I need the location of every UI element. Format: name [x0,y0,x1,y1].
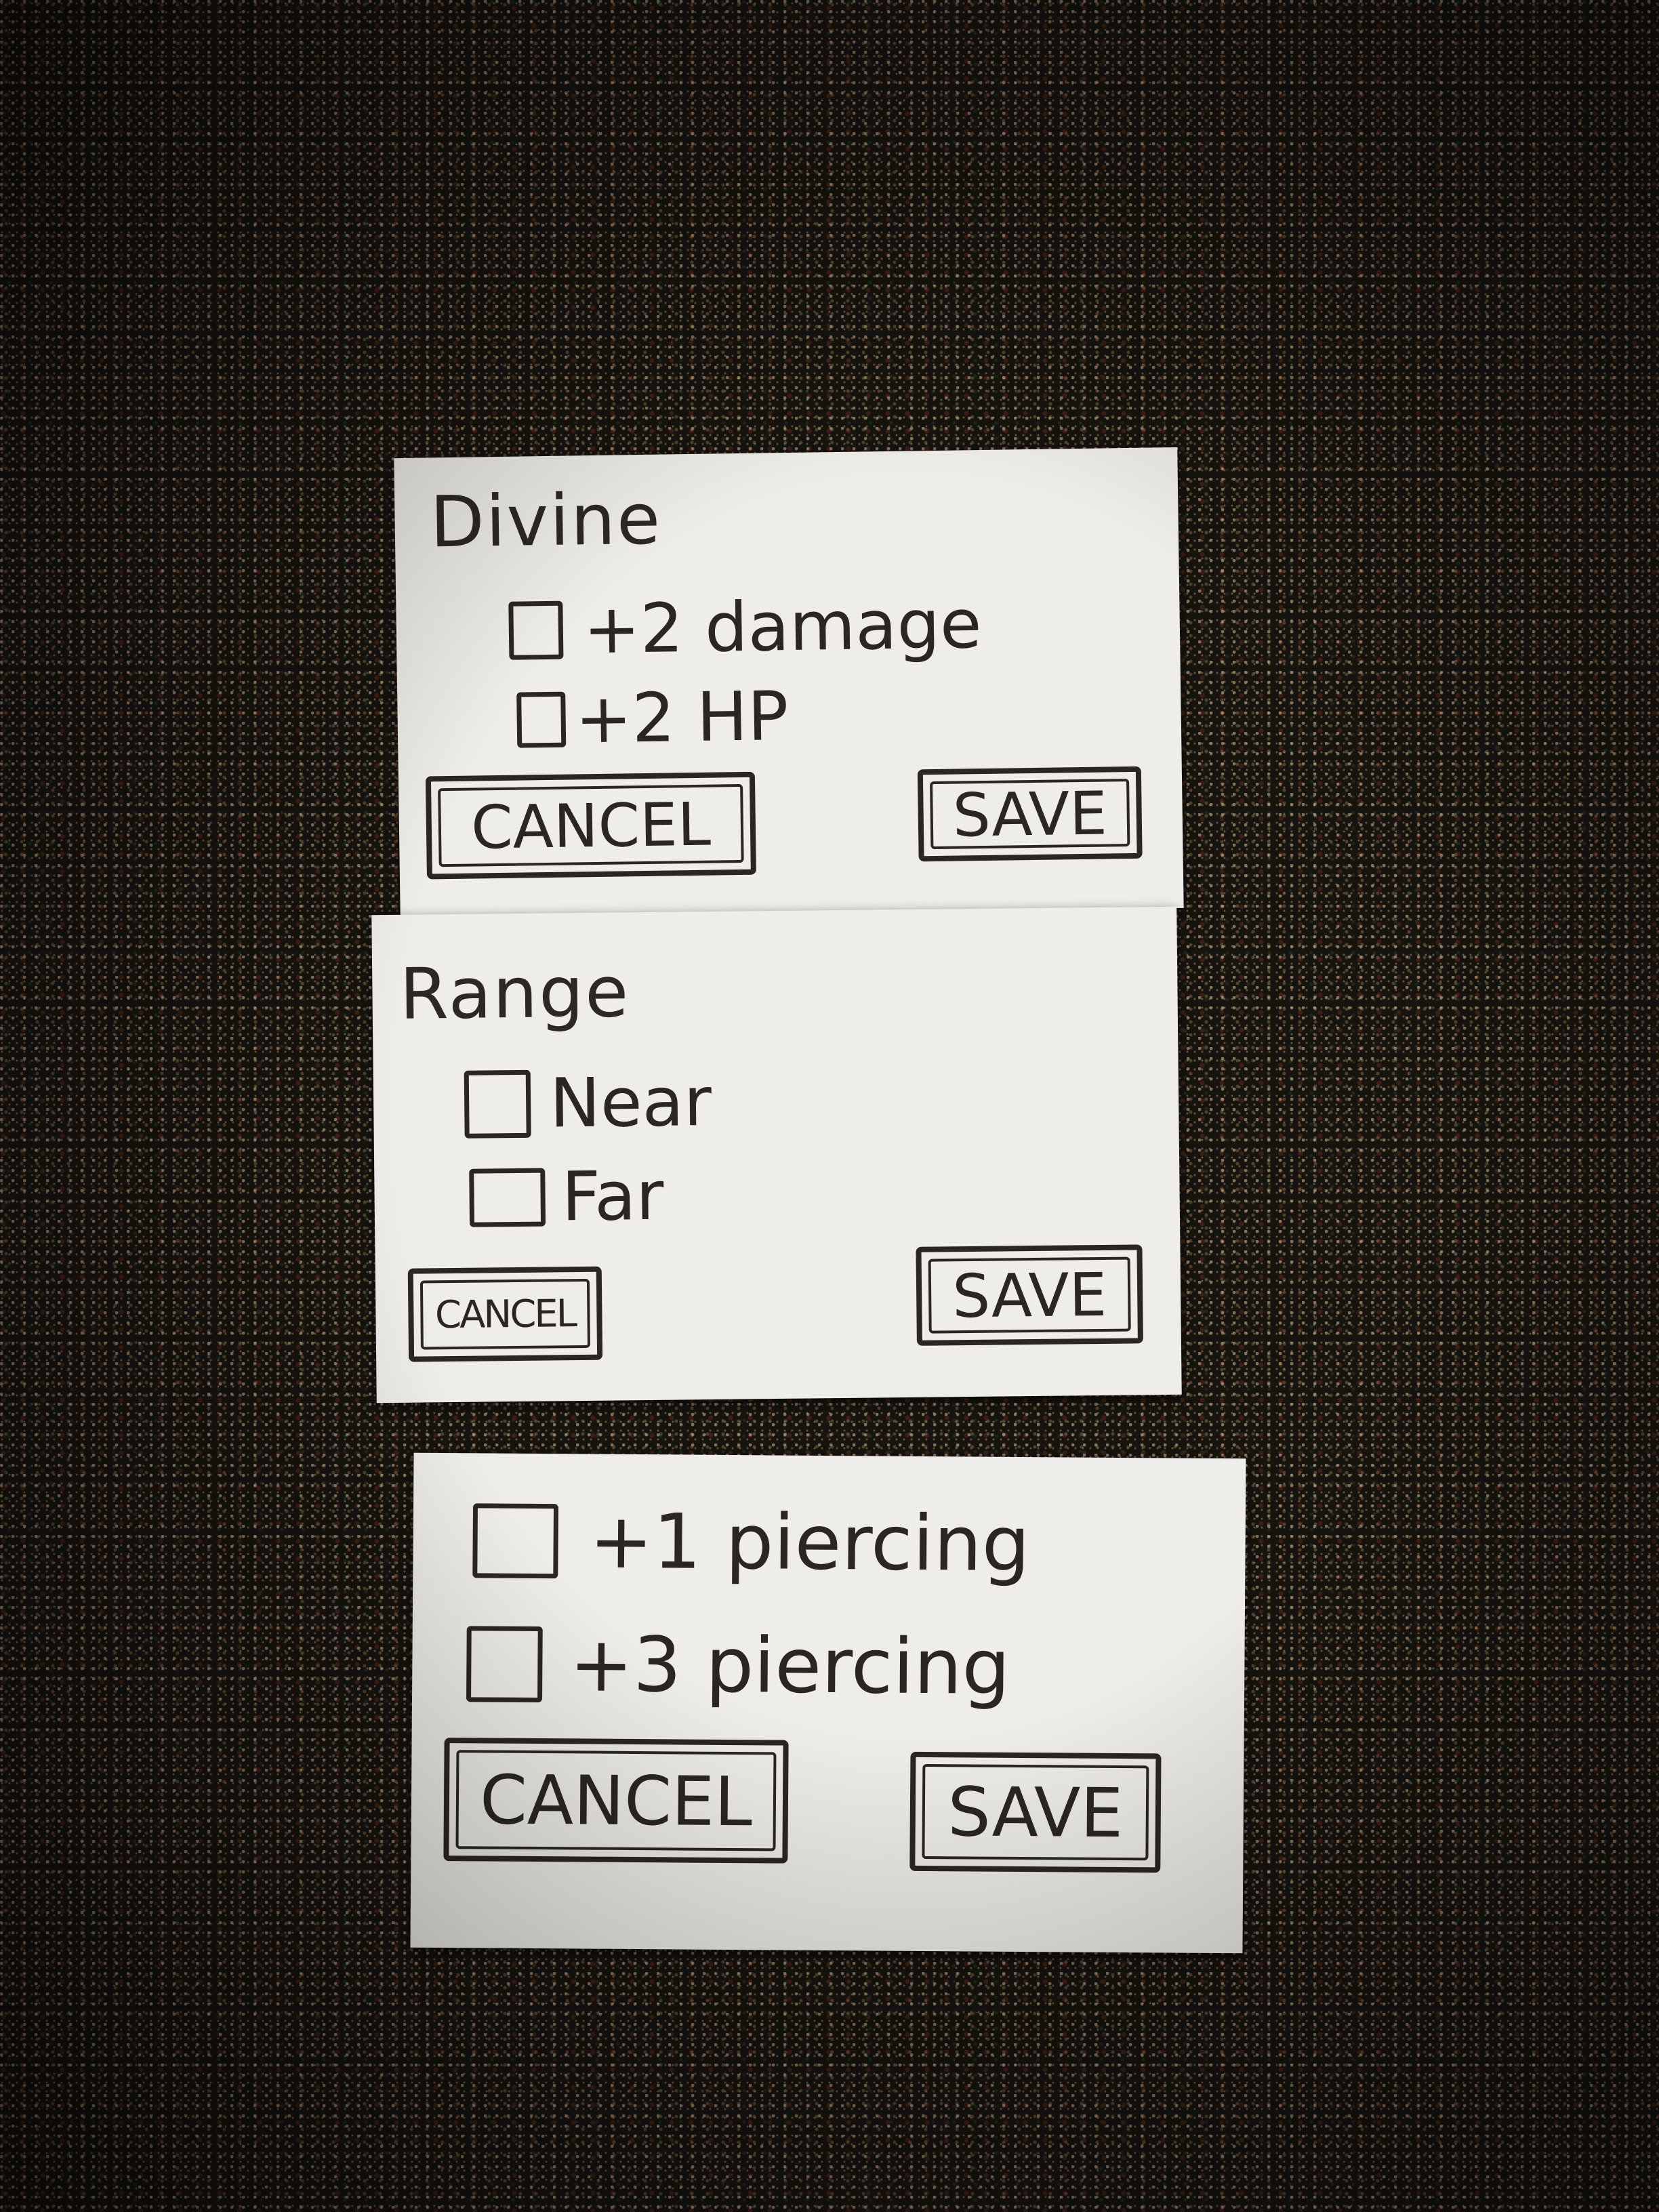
dialog-title: Range [398,950,630,1036]
dialog-title: Divine [429,477,662,564]
option-label: Far [561,1155,664,1237]
cancel-button[interactable]: CANCEL [443,1738,789,1864]
option-label: +2 damage [583,584,983,670]
option-row[interactable]: +1 piercing [472,1496,1030,1589]
range-dialog-card: Range Near Far CANCEL SAVE [371,906,1182,1404]
option-row[interactable]: Far [469,1156,664,1237]
checkbox[interactable] [472,1503,559,1579]
option-label: Near [549,1062,712,1143]
option-row[interactable]: +3 piercing [466,1620,1010,1712]
option-row[interactable]: +2 damage [508,584,982,670]
option-row[interactable]: Near [464,1062,712,1144]
checkbox[interactable] [508,600,564,660]
checkbox[interactable] [516,691,567,748]
save-button[interactable]: SAVE [916,1244,1143,1346]
save-button[interactable]: SAVE [917,766,1143,862]
cancel-button[interactable]: CANCEL [425,771,756,880]
divine-dialog-card: Divine +2 damage +2 HP CANCEL SAVE [394,447,1184,920]
checkbox[interactable] [464,1069,531,1139]
cancel-button[interactable]: CANCEL [407,1266,603,1362]
checkbox[interactable] [466,1626,543,1703]
option-label: +3 piercing [569,1620,1011,1712]
option-label: +1 piercing [589,1497,1031,1589]
piercing-dialog-card: +1 piercing +3 piercing CANCEL SAVE [410,1452,1246,1954]
option-label: +2 HP [574,676,790,759]
save-button[interactable]: SAVE [909,1751,1162,1873]
checkbox[interactable] [469,1168,546,1227]
option-row[interactable]: +2 HP [516,676,789,760]
